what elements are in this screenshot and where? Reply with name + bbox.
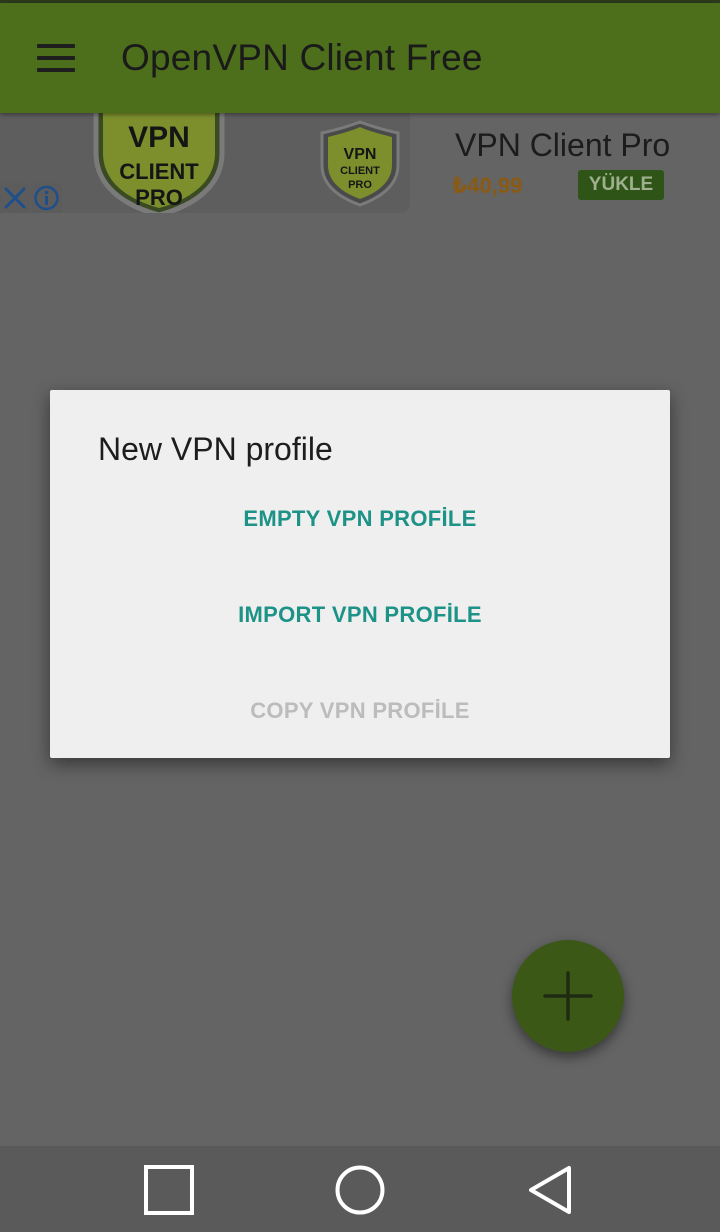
large-logo-line-3: PRO [135,185,183,210]
ad-banner[interactable]: VPN CLIENT PRO VPN CLIENT PRO VPN Client… [0,113,720,215]
ad-info-icon[interactable] [31,183,62,213]
small-logo-line-1: VPN [344,146,377,163]
dialog-title: New VPN profile [98,431,333,467]
ad-install-button[interactable]: YÜKLE [578,170,664,200]
import-vpn-profile-option[interactable]: IMPORT VPN PROFİLE [50,585,670,645]
add-icon [543,971,593,1021]
system-navigation-bar [0,1146,720,1232]
small-logo-line-3: PRO [348,179,372,191]
copy-vpn-profile-option: COPY VPN PROFİLE [250,698,470,723]
app-toolbar: OpenVPN Client Free [0,3,720,113]
ad-app-title[interactable]: VPN Client Pro [455,127,670,164]
recents-square-icon[interactable] [120,1146,220,1232]
ad-close-icon[interactable] [0,183,30,213]
large-logo-line-1: VPN [128,121,190,154]
empty-vpn-profile-option[interactable]: EMPTY VPN PROFİLE [50,489,670,549]
home-circle-icon[interactable] [310,1146,410,1232]
small-logo-line-2: CLIENT [340,165,380,177]
back-triangle-icon[interactable] [502,1146,602,1232]
app-title: OpenVPN Client Free [121,37,483,78]
new-vpn-profile-dialog: New VPN profile EMPTY VPN PROFİLE IMPORT… [50,390,670,758]
ad-price: ₺40,99 [452,173,523,198]
large-logo-line-2: CLIENT [119,159,199,184]
add-profile-fab[interactable] [512,940,624,1052]
hamburger-menu-icon[interactable] [28,33,84,83]
